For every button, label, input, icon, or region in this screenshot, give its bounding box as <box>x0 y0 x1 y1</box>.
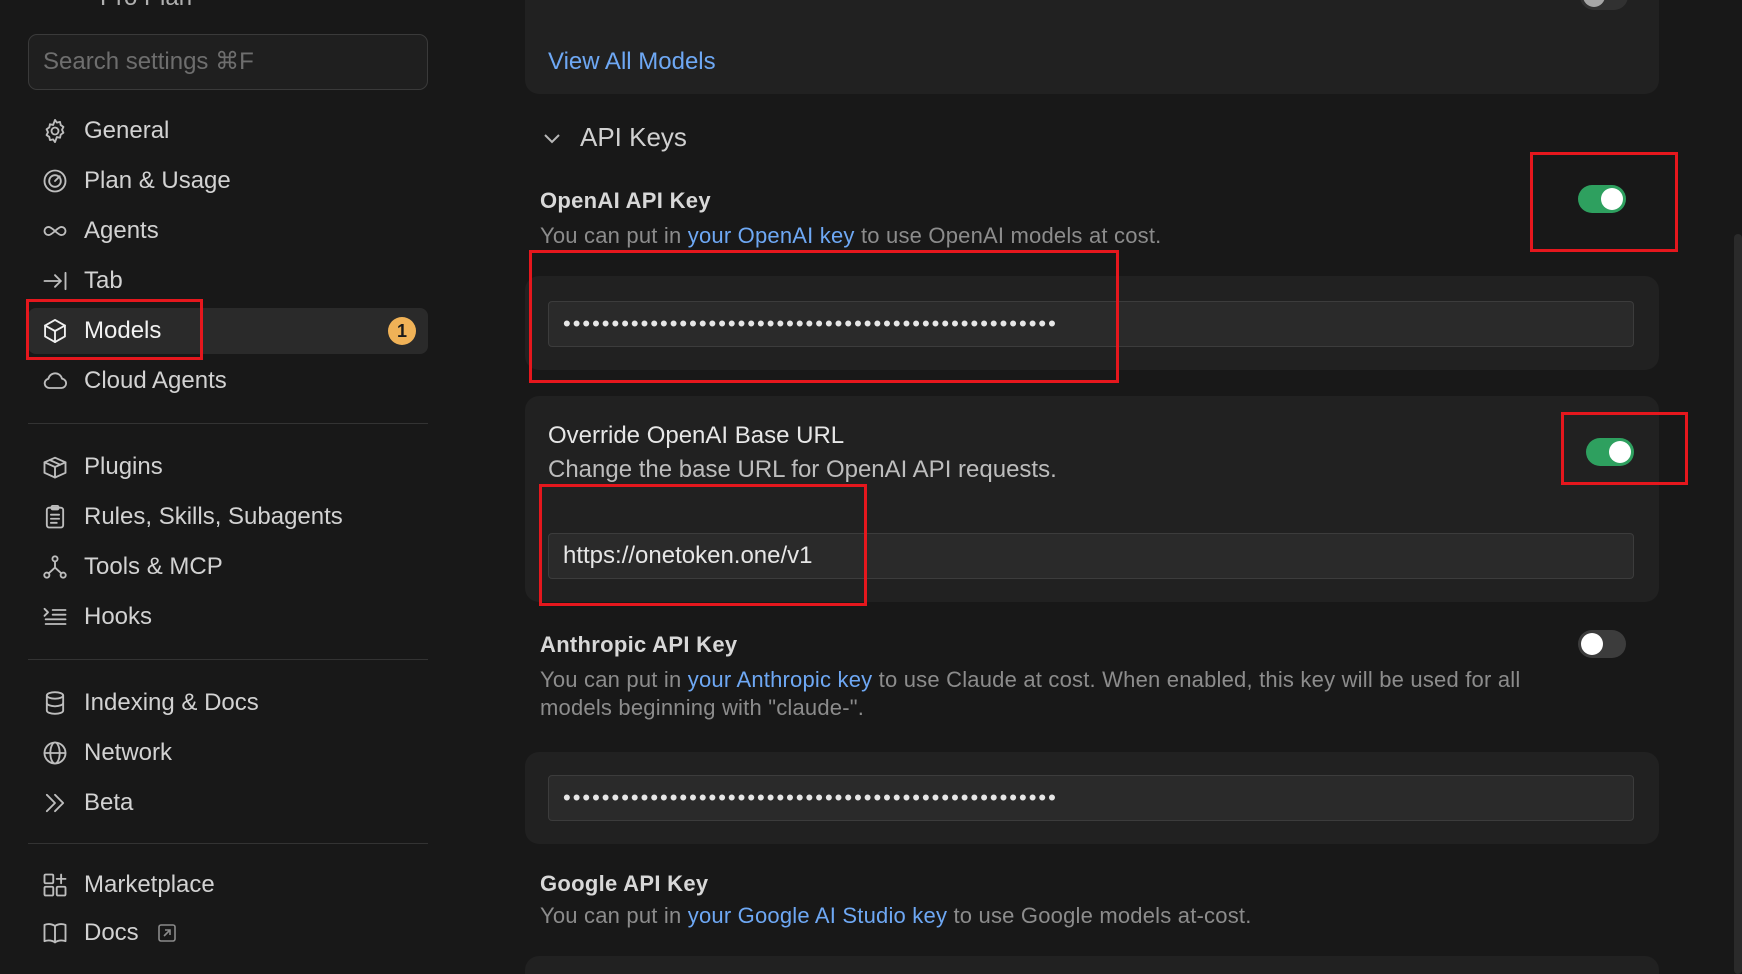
openai-key-link[interactable]: your OpenAI key <box>688 223 855 248</box>
globe-icon <box>40 738 70 768</box>
sidebar-item-rules-skills-subagents[interactable]: Rules, Skills, Subagents <box>28 494 428 540</box>
search-input[interactable] <box>43 48 413 76</box>
sidebar-item-label: Agents <box>84 217 159 244</box>
sidebar-item-label: Tools & MCP <box>84 553 223 580</box>
sidebar-item-label: General <box>84 117 170 144</box>
sidebar-item-label: Hooks <box>84 603 153 630</box>
sidebar-item-agents[interactable]: Agents <box>28 208 428 254</box>
sidebar-item-label: Docs <box>84 919 139 946</box>
sidebar-item-general[interactable]: General <box>28 108 428 154</box>
infinity-icon <box>40 216 70 246</box>
sidebar-divider <box>28 659 428 660</box>
search-settings[interactable] <box>28 34 428 90</box>
settings-main: View All Models API Keys OpenAI API Key … <box>470 0 1742 974</box>
nodes-icon <box>40 552 70 582</box>
sidebar-item-marketplace[interactable]: Marketplace <box>28 862 428 908</box>
database-icon <box>40 688 70 718</box>
external-link-icon <box>157 923 177 943</box>
sidebar-item-hooks[interactable]: Hooks <box>28 594 428 640</box>
openai-key-title: OpenAI API Key <box>540 188 711 213</box>
list-icon <box>40 602 70 632</box>
override-base-url-title: Override OpenAI Base URL <box>548 422 845 449</box>
sidebar-item-label: Plan & Usage <box>84 167 231 194</box>
toggle-knob <box>1601 188 1623 210</box>
sidebar-item-label: Marketplace <box>84 871 215 898</box>
anthropic-key-link[interactable]: your Anthropic key <box>688 667 873 692</box>
openai-key-description: You can put in your OpenAI key to use Op… <box>540 223 1162 248</box>
api-keys-section-header[interactable]: API Keys <box>540 122 687 153</box>
anthropic-key-description: You can put in your Anthropic key to use… <box>540 667 1521 720</box>
gear-icon <box>40 116 70 146</box>
sidebar-item-plugins[interactable]: Plugins <box>28 444 428 490</box>
sidebar-item-label: Plugins <box>84 453 163 480</box>
openai-key-field[interactable] <box>548 301 1634 347</box>
override-base-url-toggle[interactable] <box>1586 438 1634 466</box>
google-key-card <box>525 956 1659 974</box>
notification-badge: 1 <box>388 317 416 345</box>
anthropic-key-toggle[interactable] <box>1578 630 1626 658</box>
google-key-title: Google API Key <box>540 871 709 896</box>
sidebar-item-label: Network <box>84 739 173 766</box>
models-card <box>525 0 1659 94</box>
sidebar-item-label: Tab <box>84 267 123 294</box>
base-url-input[interactable] <box>563 542 1619 570</box>
chevrons-right-icon <box>40 788 70 818</box>
sidebar-item-tools-mcp[interactable]: Tools & MCP <box>28 544 428 590</box>
box-icon <box>40 452 70 482</box>
sidebar-item-models[interactable]: Models 1 <box>28 308 428 354</box>
anthropic-key-input[interactable] <box>563 785 1619 811</box>
sidebar-item-cloud-agents[interactable]: Cloud Agents <box>28 358 428 404</box>
sidebar-divider <box>28 423 428 424</box>
google-key-link[interactable]: your Google AI Studio key <box>688 903 947 928</box>
toggle-knob <box>1581 633 1603 655</box>
sidebar-divider <box>28 843 428 844</box>
sidebar-item-beta[interactable]: Beta <box>28 780 428 826</box>
sidebar-item-label: Rules, Skills, Subagents <box>84 503 343 530</box>
sidebar-item-label: Cloud Agents <box>84 367 227 394</box>
chevron-down-icon <box>540 126 564 150</box>
base-url-field[interactable] <box>548 533 1634 579</box>
settings-window: Pro Plan General Plan & Usage Agents <box>0 0 1742 974</box>
google-key-description: You can put in your Google AI Studio key… <box>540 903 1252 928</box>
tab-arrow-icon <box>40 266 70 296</box>
book-icon <box>40 918 70 948</box>
cloud-icon <box>40 366 70 396</box>
settings-sidebar: Pro Plan General Plan & Usage Agents <box>0 0 470 974</box>
section-title: API Keys <box>580 122 687 152</box>
openai-key-toggle[interactable] <box>1578 185 1626 213</box>
clipboard-icon <box>40 502 70 532</box>
sidebar-item-label: Indexing & Docs <box>84 689 259 716</box>
sidebar-item-label: Beta <box>84 789 134 816</box>
anthropic-key-title: Anthropic API Key <box>540 632 738 657</box>
sidebar-item-label: Models <box>84 317 162 344</box>
sidebar-item-plan-usage[interactable]: Plan & Usage <box>28 158 428 204</box>
scrollbar[interactable] <box>1734 234 1742 974</box>
sidebar-item-network[interactable]: Network <box>28 730 428 776</box>
view-all-models-link[interactable]: View All Models <box>548 48 716 76</box>
grid-plus-icon <box>40 870 70 900</box>
sidebar-item-tab[interactable]: Tab <box>28 258 428 304</box>
sidebar-item-indexing-docs[interactable]: Indexing & Docs <box>28 680 428 726</box>
gauge-icon <box>40 166 70 196</box>
cube-icon <box>40 316 70 346</box>
sidebar-item-docs[interactable]: Docs <box>28 910 428 956</box>
openai-key-input[interactable] <box>563 311 1619 337</box>
toggle-knob <box>1609 441 1631 463</box>
anthropic-key-field[interactable] <box>548 775 1634 821</box>
override-base-url-description: Change the base URL for OpenAI API reque… <box>548 456 1057 483</box>
plan-label: Pro Plan <box>100 0 192 12</box>
